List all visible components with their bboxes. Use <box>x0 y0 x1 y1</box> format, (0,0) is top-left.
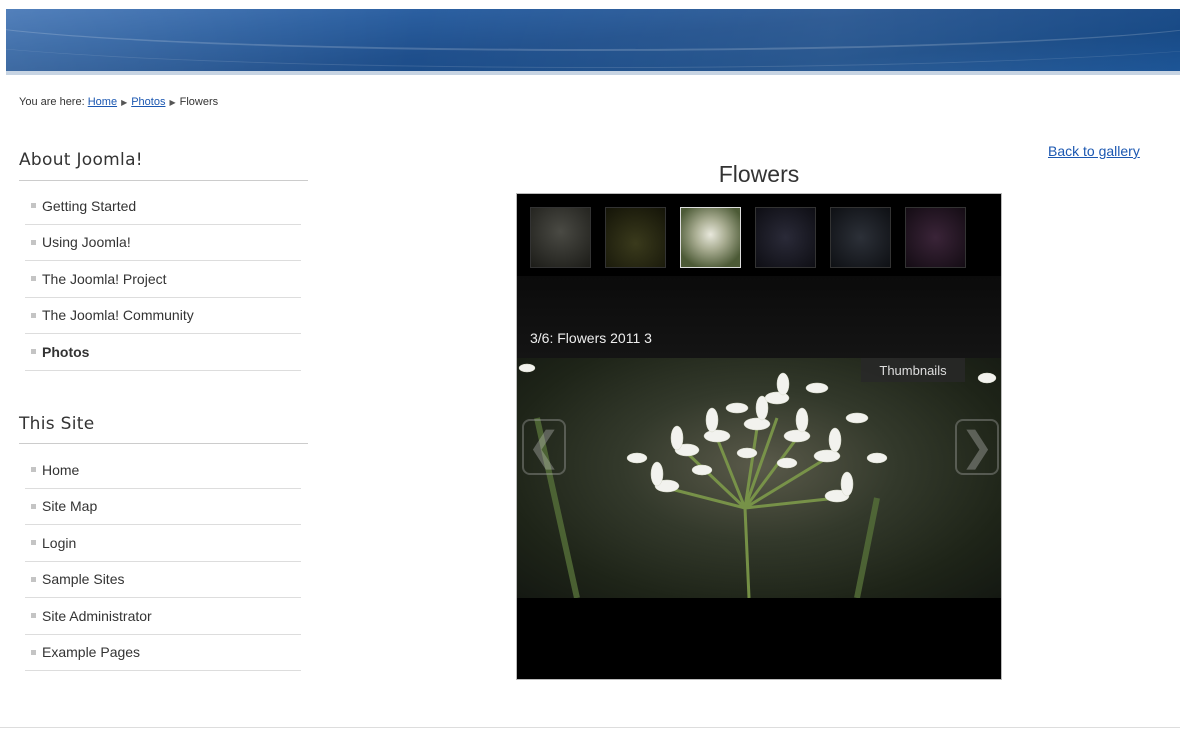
menu-item-using-joomla[interactable]: Using Joomla! <box>25 225 301 261</box>
about-menu-divider <box>19 180 308 181</box>
thumbnail-3[interactable] <box>680 207 741 268</box>
menu-item-site-administrator[interactable]: Site Administrator <box>25 598 301 635</box>
menu-item-label: Photos <box>42 343 90 360</box>
header-divider <box>6 71 1180 75</box>
bullet-icon <box>31 613 36 619</box>
bullet-icon <box>31 276 36 282</box>
about-menu-title: About Joomla! <box>19 150 143 170</box>
thumbnail-6[interactable] <box>905 207 966 268</box>
bullet-icon <box>31 649 36 655</box>
thumbnail-1[interactable] <box>530 207 591 268</box>
thumbnail-2[interactable] <box>605 207 666 268</box>
menu-item-joomla-project[interactable]: The Joomla! Project <box>25 261 301 298</box>
menu-item-label: Example Pages <box>42 644 141 661</box>
menu-item-label: Site Administrator <box>42 607 152 624</box>
breadcrumb-prefix: You are here: <box>19 96 85 108</box>
breadcrumb-home-link[interactable]: Home <box>88 96 117 108</box>
menu-item-label: Getting Started <box>42 197 137 214</box>
menu-item-site-map[interactable]: Site Map <box>25 489 301 525</box>
breadcrumb: You are here: Home ▶ Photos ▶ Flowers <box>19 96 218 108</box>
footer-divider <box>0 727 1180 728</box>
about-menu: Getting Started Using Joomla! The Joomla… <box>25 188 301 371</box>
site-menu-divider <box>19 443 308 444</box>
menu-item-home[interactable]: Home <box>25 452 301 489</box>
thumbnails-toggle-button[interactable]: Thumbnails <box>861 358 965 382</box>
menu-item-label: The Joomla! Project <box>42 270 167 287</box>
menu-item-label: Home <box>42 461 80 478</box>
bullet-icon <box>31 203 36 209</box>
breadcrumb-photos-link[interactable]: Photos <box>131 96 165 108</box>
bullet-icon <box>31 349 36 355</box>
breadcrumb-separator-icon: ▶ <box>169 98 176 107</box>
menu-item-sample-sites[interactable]: Sample Sites <box>25 562 301 598</box>
bullet-icon <box>31 467 36 473</box>
menu-item-example-pages[interactable]: Example Pages <box>25 635 301 671</box>
gallery-title: Flowers <box>718 161 800 187</box>
back-to-gallery-link[interactable]: Back to gallery <box>1048 143 1140 159</box>
main-photo <box>517 358 1001 598</box>
bullet-icon <box>31 540 36 546</box>
menu-item-login[interactable]: Login <box>25 525 301 562</box>
menu-item-getting-started[interactable]: Getting Started <box>25 188 301 225</box>
bullet-icon <box>31 576 36 582</box>
bullet-icon <box>31 312 36 318</box>
header-banner <box>6 9 1180 71</box>
menu-item-label: Site Map <box>42 498 98 515</box>
site-menu: Home Site Map Login Sample Sites Site Ad… <box>25 452 301 671</box>
menu-item-label: Using Joomla! <box>42 234 131 251</box>
breadcrumb-current: Flowers <box>179 96 219 108</box>
previous-arrow-icon[interactable]: ❮ <box>522 419 566 475</box>
breadcrumb-separator-icon: ▶ <box>121 98 128 107</box>
thumbnail-4[interactable] <box>755 207 816 268</box>
next-arrow-icon[interactable]: ❯ <box>955 419 999 475</box>
image-viewer: 3/6: Flowers 2011 3 Thumbnails ❮ ❯ <box>516 193 1002 680</box>
menu-item-photos[interactable]: Photos <box>25 334 301 371</box>
site-menu-title: This Site <box>19 414 95 434</box>
thumbnail-5[interactable] <box>830 207 891 268</box>
menu-item-joomla-community[interactable]: The Joomla! Community <box>25 298 301 334</box>
thumbnail-strip <box>517 194 1001 276</box>
bullet-icon <box>31 239 36 245</box>
bullet-icon <box>31 503 36 509</box>
menu-item-label: Login <box>42 534 77 551</box>
image-caption: 3/6: Flowers 2011 3 <box>530 330 652 346</box>
menu-item-label: Sample Sites <box>42 571 125 588</box>
menu-item-label: The Joomla! Community <box>42 307 194 324</box>
